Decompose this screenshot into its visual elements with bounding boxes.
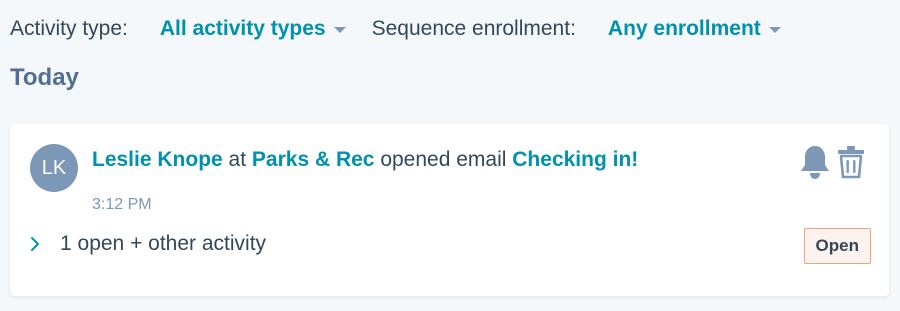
sequence-enrollment-dropdown[interactable]: Any enrollment xyxy=(608,17,781,41)
action-text: opened email xyxy=(380,148,507,171)
company-link[interactable]: Parks & Rec xyxy=(252,148,375,171)
status-badge: Open xyxy=(803,228,871,264)
sequence-enrollment-value: Any enrollment xyxy=(607,17,761,40)
activity-type-dropdown[interactable]: All activity types xyxy=(160,17,346,41)
email-subject-link[interactable]: Checking in! xyxy=(512,148,638,171)
sequence-enrollment-label: Sequence enrollment: xyxy=(371,17,576,40)
caret-down-icon xyxy=(333,27,346,33)
card-actions xyxy=(799,144,865,180)
chevron-right-icon xyxy=(30,236,40,252)
caret-down-icon xyxy=(768,27,781,33)
activity-type-label: Activity type: xyxy=(10,17,128,40)
connector-text: at xyxy=(228,148,247,171)
avatar: LK xyxy=(30,144,78,192)
activity-card: LK Leslie Knope at Parks & Rec opened em… xyxy=(10,124,889,296)
avatar-initials: LK xyxy=(41,156,67,179)
activity-expander[interactable]: 1 open + other activity xyxy=(30,232,266,256)
activity-headline: Leslie Knope at Parks & Rec opened email… xyxy=(92,148,638,172)
trash-icon[interactable] xyxy=(837,145,865,179)
contact-link[interactable]: Leslie Knope xyxy=(92,148,223,171)
filter-bar: Activity type: All activity types Sequen… xyxy=(10,14,807,44)
activity-type-value: All activity types xyxy=(159,17,326,40)
activity-summary: 1 open + other activity xyxy=(60,232,267,255)
activity-time: 3:12 PM xyxy=(92,196,152,213)
section-title: Today xyxy=(10,64,79,91)
bell-icon[interactable] xyxy=(799,144,831,180)
